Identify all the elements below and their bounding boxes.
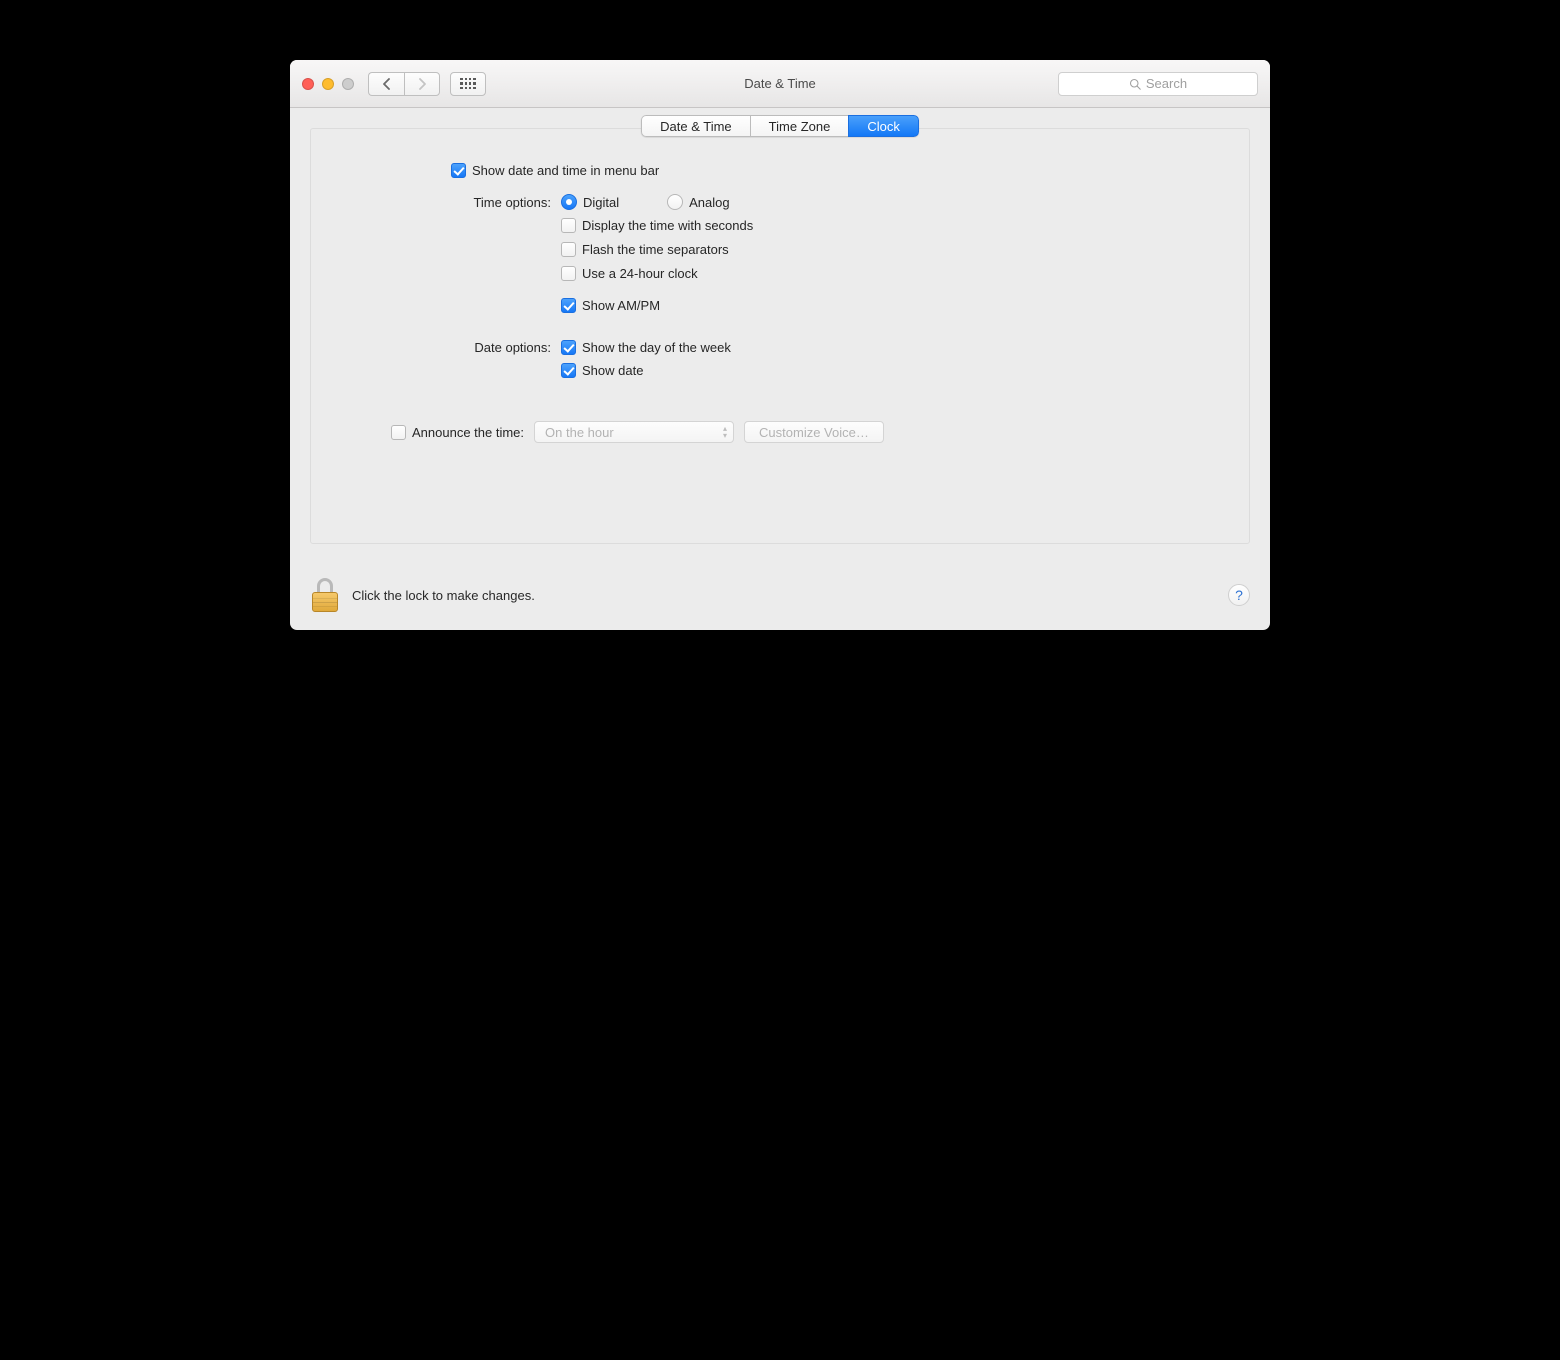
announce-time-checkbox[interactable]: Announce the time:: [391, 425, 524, 440]
forward-button[interactable]: [404, 72, 440, 96]
content-area: Date & Time Time Zone Clock Show date an…: [290, 108, 1270, 562]
radio-icon: [667, 194, 683, 210]
announce-row: Announce the time: On the hour ▴▾ Custom…: [391, 421, 1209, 443]
show-in-menubar-checkbox[interactable]: Show date and time in menu bar: [451, 163, 659, 178]
chevron-right-icon: [418, 78, 427, 90]
flash-separators-label: Flash the time separators: [582, 242, 729, 257]
checkbox-icon: [561, 340, 576, 355]
show-date-checkbox[interactable]: Show date: [561, 363, 643, 378]
lock-button[interactable]: [310, 578, 340, 612]
search-placeholder: Search: [1146, 76, 1187, 91]
titlebar: Date & Time Search: [290, 60, 1270, 108]
show-in-menubar-label: Show date and time in menu bar: [472, 163, 659, 178]
display-seconds-label: Display the time with seconds: [582, 218, 753, 233]
show-day-of-week-checkbox[interactable]: Show the day of the week: [561, 340, 731, 355]
nav-buttons: [368, 72, 440, 96]
flash-separators-checkbox[interactable]: Flash the time separators: [561, 242, 729, 257]
announce-time-label: Announce the time:: [412, 425, 524, 440]
show-all-button[interactable]: [450, 72, 486, 96]
tab-date-time[interactable]: Date & Time: [641, 115, 750, 137]
settings-body: Show date and time in menu bar Time opti…: [311, 163, 1249, 443]
show-day-of-week-label: Show the day of the week: [582, 340, 731, 355]
grid-icon: [460, 78, 475, 89]
zoom-window-button[interactable]: [342, 78, 354, 90]
tab-group: Date & Time Time Zone Clock: [641, 115, 919, 137]
time-mode-digital-radio[interactable]: Digital: [561, 194, 619, 210]
settings-panel: Date & Time Time Zone Clock Show date an…: [310, 128, 1250, 544]
tab-clock[interactable]: Clock: [848, 115, 919, 137]
checkbox-icon: [561, 363, 576, 378]
chevron-left-icon: [382, 78, 391, 90]
date-options-label: Date options:: [351, 340, 561, 355]
traffic-lights: [302, 78, 354, 90]
help-icon: ?: [1235, 587, 1243, 603]
chevron-updown-icon: ▴▾: [723, 425, 727, 439]
search-icon: [1129, 78, 1141, 90]
checkbox-icon: [561, 218, 576, 233]
footer: Click the lock to make changes. ?: [290, 562, 1270, 630]
checkbox-icon: [451, 163, 466, 178]
preferences-window: Date & Time Search Date & Time Time Zone…: [290, 60, 1270, 630]
lock-body-icon: [312, 592, 338, 612]
display-seconds-checkbox[interactable]: Display the time with seconds: [561, 218, 753, 233]
close-window-button[interactable]: [302, 78, 314, 90]
show-ampm-label: Show AM/PM: [582, 298, 660, 313]
time-mode-analog-radio[interactable]: Analog: [667, 194, 729, 210]
checkbox-icon: [561, 298, 576, 313]
announce-interval-value: On the hour: [545, 425, 614, 440]
show-ampm-checkbox[interactable]: Show AM/PM: [561, 298, 660, 313]
back-button[interactable]: [368, 72, 404, 96]
radio-icon: [561, 194, 577, 210]
use-24-hour-label: Use a 24-hour clock: [582, 266, 698, 281]
help-button[interactable]: ?: [1228, 584, 1250, 606]
customize-voice-button[interactable]: Customize Voice…: [744, 421, 884, 443]
search-input[interactable]: Search: [1058, 72, 1258, 96]
checkbox-icon: [391, 425, 406, 440]
analog-label: Analog: [689, 195, 729, 210]
digital-label: Digital: [583, 195, 619, 210]
checkbox-icon: [561, 242, 576, 257]
time-options-label: Time options:: [351, 195, 561, 210]
use-24-hour-checkbox[interactable]: Use a 24-hour clock: [561, 266, 698, 281]
announce-interval-popup[interactable]: On the hour ▴▾: [534, 421, 734, 443]
show-date-label: Show date: [582, 363, 643, 378]
lock-text: Click the lock to make changes.: [352, 588, 535, 603]
checkbox-icon: [561, 266, 576, 281]
minimize-window-button[interactable]: [322, 78, 334, 90]
tab-bar: Date & Time Time Zone Clock: [311, 115, 1249, 137]
tab-time-zone[interactable]: Time Zone: [750, 115, 849, 137]
